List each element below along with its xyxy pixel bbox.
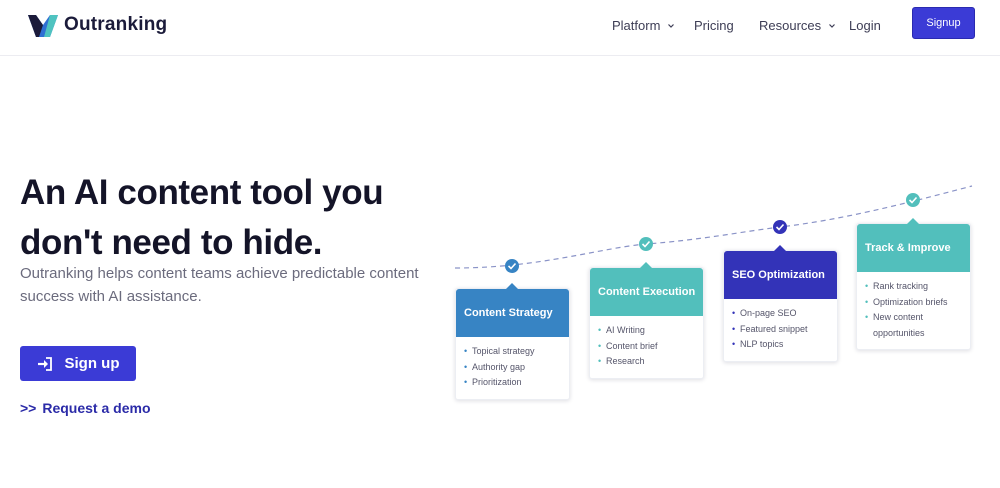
- list-item: Optimization briefs: [865, 295, 962, 311]
- nav-login-label: Login: [849, 18, 881, 33]
- list-item: Featured snippet: [732, 322, 829, 338]
- step-card-list: AI Writing Content brief Research: [590, 316, 703, 378]
- nav-pricing[interactable]: Pricing: [694, 18, 734, 33]
- nav-platform-label: Platform: [612, 18, 661, 33]
- hero-signup-button[interactable]: Sign up: [20, 346, 136, 381]
- step-card-list: On-page SEO Featured snippet NLP topics: [724, 299, 837, 361]
- list-item: Rank tracking: [865, 279, 962, 295]
- nav-pricing-label: Pricing: [694, 18, 734, 33]
- outranking-logo-icon: [28, 15, 58, 37]
- list-item: Research: [598, 354, 695, 370]
- list-item: Prioritization: [464, 375, 561, 391]
- step-card-header: Track & Improve: [857, 218, 970, 272]
- nav-platform[interactable]: Platform: [612, 18, 675, 33]
- step-card-list: Rank tracking Optimization briefs New co…: [857, 272, 970, 349]
- chevron-down-icon: [829, 23, 836, 28]
- nav-login[interactable]: Login: [849, 18, 881, 33]
- step-card-track-improve: Track & Improve Rank tracking Optimizati…: [856, 218, 971, 350]
- list-item: NLP topics: [732, 337, 829, 353]
- check-marker-4: [906, 193, 920, 207]
- list-item: Authority gap: [464, 360, 561, 376]
- check-marker-1: [505, 259, 519, 273]
- list-item: Topical strategy: [464, 344, 561, 360]
- hero-subtitle: Outranking helps content teams achieve p…: [20, 265, 419, 305]
- brand-name: Outranking: [64, 14, 168, 35]
- list-item: New content opportunities: [865, 310, 962, 341]
- step-card-content-strategy: Content Strategy Topical strategy Author…: [455, 283, 570, 400]
- list-item: Content brief: [598, 339, 695, 355]
- check-marker-3: [773, 220, 787, 234]
- step-card-list: Topical strategy Authority gap Prioritiz…: [456, 337, 569, 399]
- step-card-header: Content Strategy: [456, 283, 569, 337]
- list-item: AI Writing: [598, 323, 695, 339]
- top-navigation: Outranking Platform Pricing Resources Lo…: [0, 0, 1000, 56]
- nav-resources[interactable]: Resources: [759, 18, 836, 33]
- step-card-content-execution: Content Execution AI Writing Content bri…: [589, 262, 704, 379]
- hero-headline-line-2: don't need to hide.: [20, 223, 323, 262]
- step-card-header: Content Execution: [590, 262, 703, 316]
- sign-in-icon: [37, 356, 52, 371]
- demo-link-label: Request a demo: [42, 400, 151, 416]
- hero-headline-line-1: An AI content tool you: [20, 173, 384, 212]
- chevron-down-icon: [668, 23, 675, 28]
- list-item: On-page SEO: [732, 306, 829, 322]
- step-card-header: SEO Optimization: [724, 245, 837, 299]
- hero-headline: An AI content tool you don't need to hid…: [20, 168, 450, 268]
- demo-arrow-prefix: >>: [20, 400, 37, 416]
- signup-button[interactable]: Signup: [912, 7, 975, 39]
- check-marker-2: [639, 237, 653, 251]
- nav-resources-label: Resources: [759, 18, 822, 33]
- request-demo-link[interactable]: >> Request a demo: [20, 400, 151, 416]
- hero-signup-label: Sign up: [64, 355, 120, 372]
- brand-logo[interactable]: Outranking: [26, 11, 167, 39]
- step-card-seo-optimization: SEO Optimization On-page SEO Featured sn…: [723, 245, 838, 362]
